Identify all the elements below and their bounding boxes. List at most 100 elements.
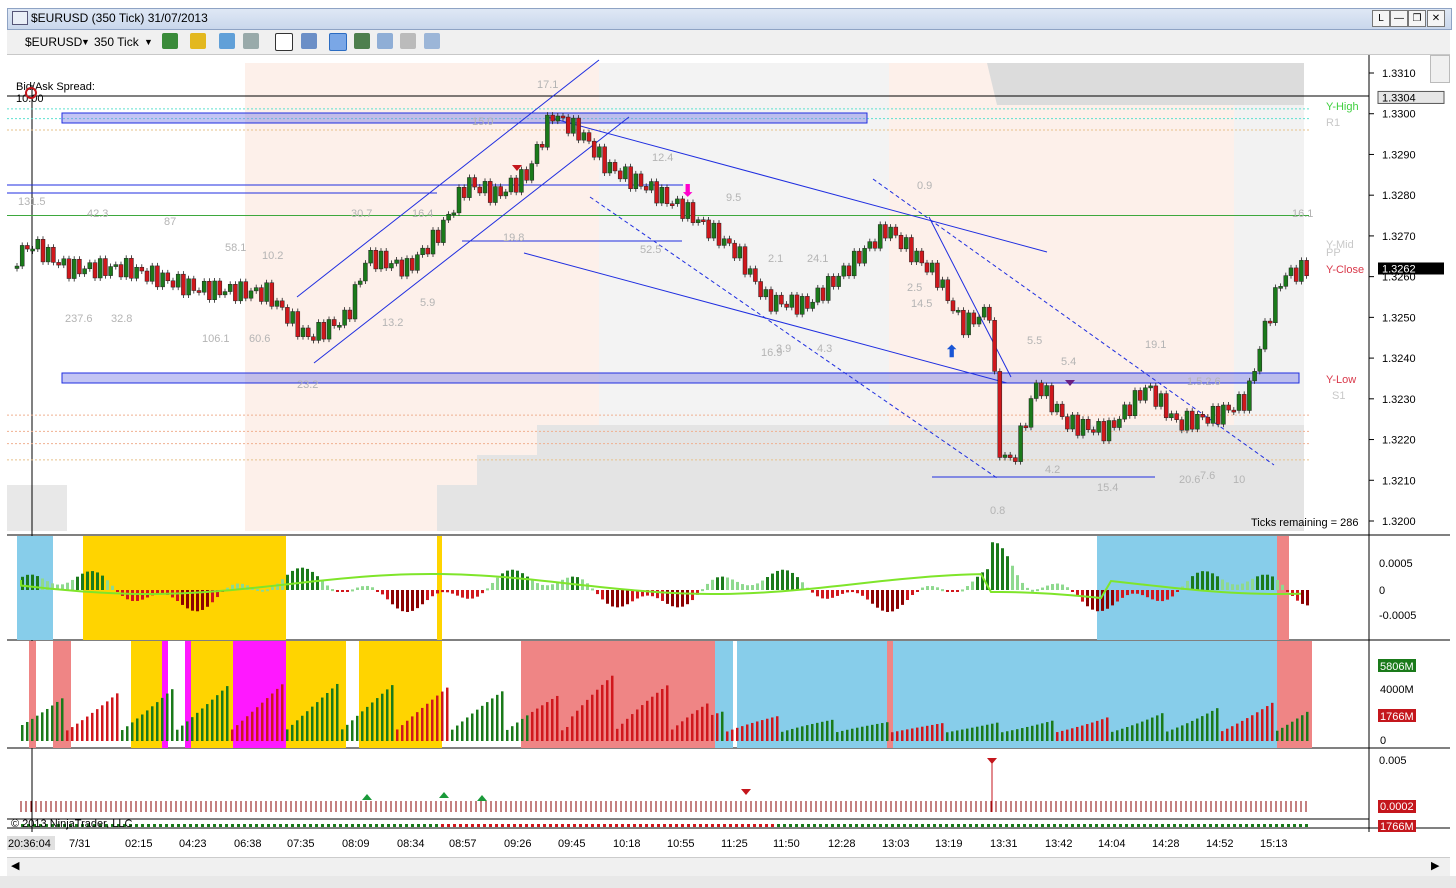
volume-bar <box>751 722 754 741</box>
osc-bar <box>1116 590 1119 602</box>
volume-bar <box>1101 719 1104 741</box>
time-label: 08:57 <box>449 838 477 850</box>
volume-bar <box>266 698 269 741</box>
instrument-selector[interactable]: $EURUSD <box>25 34 82 50</box>
volume-bar <box>471 713 474 741</box>
volume-bar <box>196 712 199 741</box>
volume-label: 19.1 <box>1145 339 1166 351</box>
scroll-left-icon[interactable]: ◀ <box>11 859 19 872</box>
volume-bar <box>741 726 744 741</box>
osc-bar <box>966 586 969 590</box>
candle <box>409 258 415 271</box>
candle <box>415 254 420 271</box>
candle <box>545 114 550 148</box>
candle <box>285 307 290 324</box>
candle <box>383 250 389 269</box>
chart-canvas[interactable]: ⬇ ⬆ 1.3310 1.3304 1.3300 1.3290 1.3280 1.3270 1… <box>7 55 1450 859</box>
arrow-down-icon: ⬇ <box>681 183 694 200</box>
strategies-icon[interactable] <box>377 33 393 49</box>
delta-dot <box>321 824 324 827</box>
volume-bar <box>501 691 504 741</box>
bar-type-icon[interactable] <box>162 33 178 49</box>
volume-bar <box>721 711 724 741</box>
time-label: 07:35 <box>287 838 315 850</box>
data-box-icon[interactable] <box>329 33 347 51</box>
horizontal-scrollbar[interactable]: ◀ ▶ <box>7 857 1450 876</box>
osc-bar <box>851 590 854 593</box>
restore-button[interactable]: ❐ <box>1408 10 1426 27</box>
delta-dot <box>147 824 150 827</box>
minimize-button[interactable]: — <box>1390 10 1408 27</box>
osc-bar <box>271 587 274 590</box>
candle <box>1267 320 1273 324</box>
osc-bar <box>1051 584 1054 590</box>
status-bar <box>0 876 1456 888</box>
osc-bar <box>896 590 899 609</box>
osc-bar <box>111 585 114 590</box>
price-label: 1.3250 <box>1382 312 1416 324</box>
candle <box>1215 405 1221 425</box>
delta-dot <box>807 824 810 827</box>
volume-bar <box>251 711 254 741</box>
delta-dot <box>1119 824 1122 827</box>
delta-dot <box>141 824 144 827</box>
delta-dot <box>753 824 756 827</box>
templates-icon[interactable] <box>424 33 440 49</box>
candle <box>1304 260 1309 277</box>
crosshair-icon[interactable] <box>275 33 293 51</box>
scroll-right-icon[interactable]: ▶ <box>1431 859 1439 872</box>
osc-bar <box>396 590 399 609</box>
candle <box>1158 393 1164 407</box>
close-button[interactable]: ✕ <box>1427 10 1445 27</box>
chevron-down-icon[interactable]: ▼ <box>81 34 90 50</box>
volume-label: 106.1 <box>202 333 230 345</box>
volume-axis-label: 5806M <box>1380 661 1414 673</box>
chart-area[interactable]: ⬇ ⬆ 1.3310 1.3304 1.3300 1.3290 1.3280 1.3270 1… <box>7 55 1450 859</box>
candle <box>779 294 784 305</box>
osc-bar <box>531 580 534 590</box>
delta-dot <box>471 824 474 827</box>
candle <box>1117 418 1122 428</box>
interval-selector[interactable]: 350 Tick <box>94 34 139 50</box>
indicators-icon[interactable] <box>400 33 416 49</box>
volume-label: 14.5 <box>911 298 932 310</box>
chevron-down-icon[interactable]: ▼ <box>144 34 153 50</box>
delta-dot <box>369 824 372 827</box>
chart-trader-icon[interactable] <box>354 33 370 49</box>
candle <box>149 265 155 282</box>
drawing-tool-icon[interactable] <box>190 33 206 49</box>
volume-bar <box>1301 715 1304 741</box>
volume-bar <box>841 730 844 741</box>
delta-dot <box>501 824 504 827</box>
volume-label: 19.8 <box>503 232 524 244</box>
zoom-icon[interactable] <box>301 33 317 49</box>
osc-bar <box>951 590 954 592</box>
link-button[interactable]: L <box>1372 10 1390 27</box>
candle <box>1080 419 1086 436</box>
candle <box>1122 404 1127 420</box>
volume-bar <box>606 680 609 741</box>
candle <box>97 258 103 279</box>
osc-bar <box>351 589 354 592</box>
candle <box>1059 403 1065 417</box>
volume-bar <box>111 697 114 741</box>
volume-label: 7.6 <box>1200 470 1215 482</box>
volume-bar <box>1126 727 1129 741</box>
properties-icon[interactable] <box>219 33 235 49</box>
osc-bar <box>611 590 614 607</box>
volume-bar <box>796 727 799 741</box>
delta-dot <box>171 824 174 827</box>
volume-bar <box>1056 732 1059 741</box>
volume-bar <box>396 729 399 741</box>
pointer-icon[interactable] <box>243 33 259 49</box>
volume-bar <box>391 685 394 741</box>
candle <box>935 262 940 288</box>
volume-label: 9.5 <box>726 192 741 204</box>
osc-bar <box>471 590 474 599</box>
volume-bar <box>331 688 334 741</box>
price-scale-button[interactable] <box>1430 55 1450 83</box>
candle <box>134 266 139 279</box>
volume-bar <box>1181 725 1184 741</box>
volume-bar <box>401 725 404 741</box>
volume-bar <box>801 726 804 741</box>
